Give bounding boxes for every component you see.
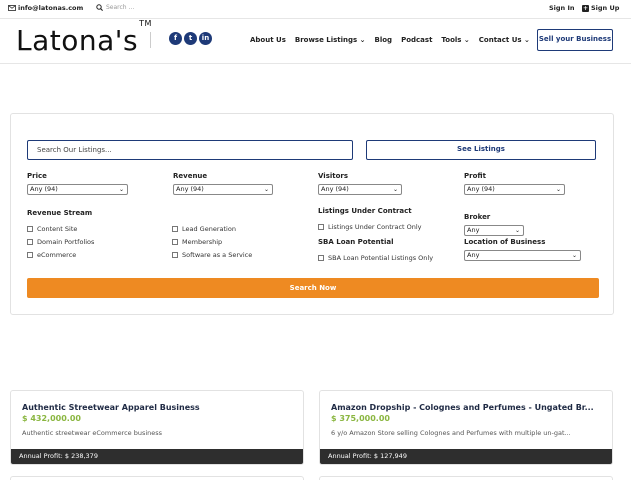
visitors-label: Visitors	[318, 172, 349, 180]
profit-select-value: Any (94)	[467, 185, 495, 193]
twitter-icon[interactable]: t	[184, 32, 197, 45]
checkbox-label: Domain Portfolios	[37, 238, 95, 246]
checkbox-lead-generation[interactable]: Lead Generation	[172, 225, 236, 233]
listing-description: 6 y/o Amazon Store selling Colognes and …	[331, 429, 571, 437]
listing-annual-profit: Annual Profit: $ 127,949	[320, 449, 612, 464]
chevron-down-icon: ⌄	[555, 186, 561, 193]
listing-card[interactable]: Amazon Dropship - Colognes and Perfumes …	[319, 390, 613, 465]
visitors-select[interactable]: Any (94) ⌄	[318, 184, 402, 195]
listing-title[interactable]: Authentic Streetwear Apparel Business	[22, 403, 200, 412]
logo-divider	[150, 32, 151, 48]
chevron-down-icon: ⌄	[118, 186, 124, 193]
checkbox-box[interactable]	[318, 224, 324, 230]
top-search-input[interactable]	[106, 4, 186, 11]
checkbox-box[interactable]	[27, 252, 33, 258]
checkbox-box[interactable]	[27, 239, 33, 245]
listing-description: Authentic streetwear eCommerce business	[22, 429, 163, 437]
checkbox-label: eCommerce	[37, 251, 77, 259]
nav-podcast[interactable]: Podcast	[401, 36, 432, 44]
checkbox-box[interactable]	[27, 226, 33, 232]
price-label: Price	[27, 172, 47, 180]
location-label: Location of Business	[464, 238, 546, 246]
see-listings-button[interactable]: See Listings	[366, 140, 596, 160]
listing-price: $ 432,000.00	[22, 414, 81, 423]
broker-label: Broker	[464, 213, 491, 221]
chevron-down-icon: ⌄	[514, 227, 520, 234]
listing-card-partial	[10, 476, 304, 480]
profit-select[interactable]: Any (94) ⌄	[464, 184, 565, 195]
logo-text: Latona's	[16, 24, 139, 57]
site-logo[interactable]: Latona'sTM	[16, 19, 152, 57]
sign-in-link[interactable]: Sign In	[549, 4, 575, 12]
plus-icon: +	[582, 4, 589, 12]
sign-up-link[interactable]: + Sign Up	[582, 4, 619, 12]
main-nav: About Us Browse Listings ⌄ Blog Podcast …	[250, 36, 539, 44]
checkbox-label: Software as a Service	[182, 251, 253, 259]
sba-loan-label: SBA Loan Potential	[318, 238, 394, 246]
sell-your-business-button[interactable]: Sell your Business	[537, 29, 613, 51]
checkbox-content-site[interactable]: Content Site	[27, 225, 77, 233]
sign-up-label: Sign Up	[591, 4, 620, 12]
checkbox-label: Membership	[182, 238, 223, 246]
linkedin-icon[interactable]: in	[199, 32, 212, 45]
checkbox-label: Content Site	[37, 225, 78, 233]
checkbox-box[interactable]	[172, 252, 178, 258]
price-select[interactable]: Any (94) ⌄	[27, 184, 128, 195]
under-contract-label: Listings Under Contract	[318, 207, 412, 215]
revenue-select[interactable]: Any (94) ⌄	[173, 184, 273, 195]
revenue-select-value: Any (94)	[176, 185, 204, 193]
location-select-value: Any	[467, 251, 480, 259]
nav-about-us[interactable]: About Us	[250, 36, 286, 44]
listing-price: $ 375,000.00	[331, 414, 390, 423]
listing-card-partial	[319, 476, 613, 480]
broker-select[interactable]: Any ⌄	[464, 225, 524, 236]
listing-title[interactable]: Amazon Dropship - Colognes and Perfumes …	[331, 403, 594, 412]
profit-label: Profit	[464, 172, 486, 180]
checkbox-box[interactable]	[172, 226, 178, 232]
listings-search-input[interactable]	[27, 140, 353, 160]
listing-card[interactable]: Authentic Streetwear Apparel Business $ …	[10, 390, 304, 465]
top-utility-bar: info@latonas.com Sign In + Sign Up	[0, 0, 631, 19]
facebook-icon[interactable]: f	[169, 32, 182, 45]
checkbox-ecommerce[interactable]: eCommerce	[27, 251, 76, 259]
chevron-down-icon: ⌄	[392, 186, 398, 193]
revenue-stream-label: Revenue Stream	[27, 209, 93, 217]
chevron-down-icon: ⌄	[571, 252, 577, 259]
checkbox-label: Lead Generation	[182, 225, 236, 233]
checkbox-box[interactable]	[172, 239, 178, 245]
checkbox-box[interactable]	[318, 255, 324, 261]
broker-select-value: Any	[467, 226, 480, 234]
nav-contact-us[interactable]: Contact Us ⌄	[479, 36, 530, 44]
top-search	[96, 4, 186, 11]
main-header: Latona'sTM f t in About Us Browse Listin…	[0, 19, 631, 64]
checkbox-saas[interactable]: Software as a Service	[172, 251, 252, 259]
visitors-select-value: Any (94)	[321, 185, 349, 193]
email-link[interactable]: info@latonas.com	[8, 4, 83, 12]
nav-tools[interactable]: Tools ⌄	[441, 36, 469, 44]
listing-annual-profit: Annual Profit: $ 238,379	[11, 449, 303, 464]
nav-browse-listings[interactable]: Browse Listings ⌄	[295, 36, 366, 44]
email-text: info@latonas.com	[18, 4, 84, 12]
checkbox-label: SBA Loan Potential Listings Only	[328, 254, 434, 262]
checkbox-sba-loan[interactable]: SBA Loan Potential Listings Only	[318, 254, 433, 262]
logo-trademark: TM	[139, 18, 152, 28]
social-links: f t in	[169, 32, 212, 45]
revenue-label: Revenue	[173, 172, 208, 180]
checkbox-membership[interactable]: Membership	[172, 238, 222, 246]
checkbox-under-contract[interactable]: Listings Under Contract Only	[318, 223, 422, 231]
envelope-icon	[8, 5, 16, 11]
chevron-down-icon: ⌄	[263, 186, 269, 193]
search-icon[interactable]	[96, 4, 103, 11]
location-select[interactable]: Any ⌄	[464, 250, 581, 261]
price-select-value: Any (94)	[30, 185, 58, 193]
checkbox-domain-portfolios[interactable]: Domain Portfolios	[27, 238, 94, 246]
nav-blog[interactable]: Blog	[375, 36, 393, 44]
search-now-button[interactable]: Search Now	[27, 278, 599, 298]
listing-filter-panel: See Listings Price Any (94) ⌄ Revenue Any…	[10, 113, 614, 315]
checkbox-label: Listings Under Contract Only	[328, 223, 422, 231]
